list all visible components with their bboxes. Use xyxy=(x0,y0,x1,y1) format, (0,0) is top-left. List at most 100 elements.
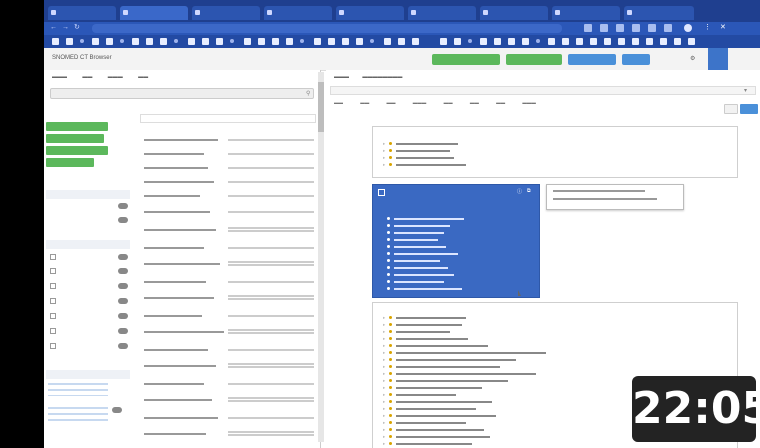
result-row[interactable] xyxy=(140,378,318,390)
child-concept[interactable]: ▸ xyxy=(383,406,477,412)
search-icon[interactable]: ⚲ xyxy=(306,90,310,97)
child-concept[interactable]: ▸ xyxy=(383,364,501,370)
filter-tag[interactable] xyxy=(46,122,108,131)
filter-tag[interactable] xyxy=(46,158,94,167)
attribute-row[interactable] xyxy=(387,272,454,278)
browser-tab[interactable] xyxy=(408,6,476,20)
result-row[interactable] xyxy=(140,162,318,174)
result-row[interactable] xyxy=(140,190,318,202)
child-concept[interactable]: ▸ xyxy=(383,413,497,419)
bookmark-icon[interactable] xyxy=(52,38,59,45)
bookmark-icon[interactable] xyxy=(384,38,391,45)
parent-concept[interactable]: ▸ xyxy=(383,162,467,168)
bookmark-icon[interactable] xyxy=(522,38,529,45)
header-action-button[interactable] xyxy=(568,54,616,65)
result-row[interactable] xyxy=(140,326,318,338)
result-row[interactable] xyxy=(140,258,318,270)
url-field[interactable] xyxy=(92,24,562,33)
scrollbar[interactable] xyxy=(318,72,324,442)
bookmark-icon[interactable] xyxy=(674,38,681,45)
bookmark-icon[interactable] xyxy=(480,38,487,45)
bookmark-icon[interactable] xyxy=(328,38,335,45)
filter-link[interactable] xyxy=(48,382,108,396)
checkbox[interactable] xyxy=(50,312,56,319)
result-row[interactable] xyxy=(140,206,318,218)
checkbox[interactable] xyxy=(50,267,56,274)
result-row[interactable] xyxy=(140,134,318,146)
subtab[interactable]: ▬▬ xyxy=(334,100,343,105)
bookmark-icon[interactable] xyxy=(576,38,583,45)
reload-icon[interactable]: ↻ xyxy=(74,23,80,31)
bookmark-icon[interactable] xyxy=(660,38,667,45)
bookmark-icon[interactable] xyxy=(398,38,405,45)
bookmark-icon[interactable] xyxy=(342,38,349,45)
bookmark-icon[interactable] xyxy=(160,38,167,45)
right-tab[interactable]: ▬▬▬ xyxy=(334,74,349,80)
bookmark-icon[interactable] xyxy=(604,38,611,45)
attribute-row[interactable] xyxy=(387,251,458,257)
child-concept[interactable]: ▸ xyxy=(383,350,547,356)
filter-tag[interactable] xyxy=(46,134,104,143)
result-row[interactable] xyxy=(140,176,318,188)
bookmark-icon[interactable] xyxy=(440,38,447,45)
browser-tab[interactable] xyxy=(192,6,260,20)
bookmark-icon[interactable] xyxy=(314,38,321,45)
subtab[interactable]: ▬▬ xyxy=(496,100,505,105)
forward-icon[interactable]: → xyxy=(62,24,69,31)
bookmark-icon[interactable] xyxy=(202,38,209,45)
filter-option[interactable] xyxy=(50,282,128,290)
bookmark-icon[interactable] xyxy=(92,38,99,45)
bookmark-icon[interactable] xyxy=(548,38,555,45)
bookmark-icon[interactable] xyxy=(286,38,293,45)
results-filter-input[interactable] xyxy=(140,114,316,123)
browser-tab[interactable] xyxy=(480,6,548,20)
attribute-row[interactable] xyxy=(387,223,450,229)
subtab[interactable]: ▬▬ xyxy=(387,100,396,105)
bookmark-icon[interactable] xyxy=(562,38,569,45)
bookmark-icon[interactable] xyxy=(412,38,419,45)
attribute-row[interactable] xyxy=(387,258,440,264)
child-concept[interactable]: ▸ xyxy=(383,343,489,349)
child-concept[interactable]: ▸ xyxy=(383,322,463,328)
child-concept[interactable]: ▸ xyxy=(383,315,467,321)
bookmark-icon[interactable] xyxy=(216,38,223,45)
bookmark-icon[interactable] xyxy=(174,39,178,43)
extension-icon[interactable] xyxy=(664,24,672,32)
filter-group-header[interactable] xyxy=(46,370,130,379)
attribute-row[interactable] xyxy=(387,237,438,243)
bookmark-icon[interactable] xyxy=(688,38,695,45)
extension-icon[interactable] xyxy=(616,24,624,32)
child-concept[interactable]: ▸ xyxy=(383,385,483,391)
browser-tab[interactable] xyxy=(48,6,116,20)
browser-tab-active[interactable] xyxy=(120,6,188,20)
child-concept[interactable]: ▸ xyxy=(383,357,517,363)
child-concept[interactable]: ▸ xyxy=(383,329,451,335)
bookmark-icon[interactable] xyxy=(356,38,363,45)
bookmark-icon[interactable] xyxy=(468,39,472,43)
filter-option[interactable] xyxy=(50,216,128,224)
attribute-row[interactable] xyxy=(387,216,464,222)
child-concept[interactable]: ▸ xyxy=(383,441,473,447)
bookmark-icon[interactable] xyxy=(370,39,374,43)
bookmark-icon[interactable] xyxy=(300,39,304,43)
parent-concept[interactable]: ▸ xyxy=(383,141,459,147)
view-option-button[interactable] xyxy=(740,104,758,114)
result-row[interactable] xyxy=(140,360,318,372)
left-tab[interactable]: ▬▬▬ xyxy=(108,74,123,80)
subtab[interactable]: ▬▬▬ xyxy=(522,100,536,105)
left-tab[interactable]: ▬▬▬ xyxy=(52,74,67,80)
child-concept[interactable]: ▸ xyxy=(383,399,493,405)
settings-gear-icon[interactable]: ⚙ xyxy=(690,55,695,62)
checkbox[interactable] xyxy=(50,297,56,304)
bookmark-icon[interactable] xyxy=(146,38,153,45)
info-icon[interactable]: ⓘ xyxy=(517,188,522,195)
extension-icon[interactable] xyxy=(584,24,592,32)
attribute-row[interactable] xyxy=(387,279,444,285)
attribute-row[interactable] xyxy=(387,286,462,292)
browser-tab[interactable] xyxy=(264,6,332,20)
child-concept[interactable]: ▸ xyxy=(383,378,509,384)
checkbox[interactable] xyxy=(50,253,56,260)
filter-option[interactable] xyxy=(50,267,128,275)
child-concept[interactable]: ▸ xyxy=(383,371,537,377)
focus-concept-card[interactable]: ⓘ ⧉ xyxy=(372,184,540,298)
